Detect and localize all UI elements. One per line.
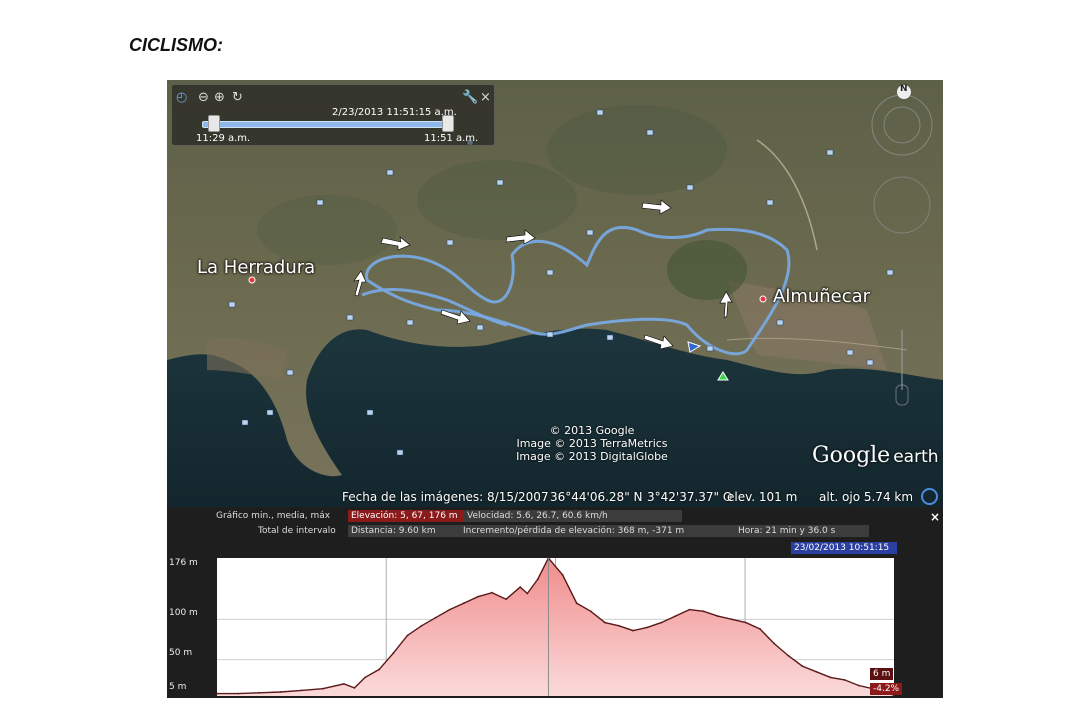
wrench-icon[interactable]: 🔧 [462,91,478,105]
y-tick-label: 5 m [169,682,187,692]
clock-icon[interactable]: ◴ [176,91,187,105]
satellite-map[interactable]: La Herradura Almuñecar N ◴ ⊖ ⊕ ↻ 🔧 × 2/2… [167,80,943,507]
elevation-stat[interactable]: Elevación: 5, 67, 176 m [348,510,468,522]
slider-current-time: 2/23/2013 11:51:15 a.m. [332,107,457,118]
elevation-point [759,628,761,630]
elevation-point [392,652,395,655]
elevation-point [364,676,366,679]
elevation-point [646,626,649,629]
elevation-point [604,621,606,624]
slider-end-handle[interactable] [442,115,454,132]
longitude-readout: 3°42'37.37" O [647,490,733,504]
logo-earth: earth [893,447,939,467]
elevation-info-row-1: Gráfico min., media, máx Elevación: 5, 6… [167,509,943,523]
zoom-out-icon[interactable]: ⊖ [198,91,209,105]
elevation-point [730,618,733,621]
elevation-point [801,665,804,667]
logo-word: Google [812,443,891,468]
end-grade-badge: -4.2% [870,683,903,695]
gain-loss-stat: Incremento/pérdida de elevación: 368 m, … [460,525,737,537]
copyright-block: © 2013 Google Image © 2013 TerraMetrics … [467,424,717,463]
y-tick-label: 176 m [169,558,198,568]
cursor-timestamp: 23/02/2013 10:51:15 [791,542,897,554]
elevation-point [420,624,423,627]
elevation-point [434,616,437,619]
elevation-point [237,692,240,695]
streaming-indicator-icon [921,488,938,505]
elevation-point [660,621,663,624]
elevation-point [448,608,451,611]
section-heading: CICLISMO: [129,35,223,55]
elevation-point [688,608,691,611]
time-slider-track[interactable] [202,121,452,128]
elevation-point [561,574,564,576]
elevation-point [321,687,324,690]
slider-end-label: 11:51 a.m. [424,133,479,144]
google-earth-window: La Herradura Almuñecar N ◴ ⊖ ⊕ ↻ 🔧 × 2/2… [167,80,943,698]
elevation-point [353,687,356,689]
elevation-profile-plot[interactable]: 176 m 100 m 50 m 5 m 6 m -4.2% [167,554,943,698]
elevation-point [702,610,705,613]
interval-row-label: Total de intervalo [258,526,336,536]
elevation-point [519,586,522,588]
elevation-point [477,595,479,598]
close-icon[interactable]: × [480,91,491,105]
distance-stat: Distancia: 9.60 km [348,525,462,537]
elevation-point [815,670,818,673]
y-tick-label: 100 m [169,608,198,618]
elevation-point [537,578,539,580]
elevation-point [462,602,465,605]
elevation-point [829,676,832,679]
elevation-point [674,615,677,617]
y-tick-label: 50 m [169,648,193,658]
zoom-in-icon[interactable]: ⊕ [214,91,225,105]
elevation-point [406,634,409,637]
map-status-bar: Fecha de las imágenes: 8/15/2007 36°44'0… [167,487,943,507]
elevation-point [216,692,218,695]
elevation-readout: elev. 101 m [727,490,798,504]
elevation-point [526,592,529,595]
elevation-point [575,602,578,605]
slider-start-handle[interactable] [208,115,220,132]
copyright-line: Image © 2013 TerraMetrics [516,437,668,450]
place-label-almunecar[interactable]: Almuñecar [773,286,870,307]
elevation-point [378,668,381,671]
copyright-line: Image © 2013 DigitalGlobe [516,450,668,463]
copyright-line: © 2013 Google [549,424,635,437]
elevation-point [843,679,846,681]
elevation-panel-close-icon[interactable]: × [930,510,940,524]
time-slider-panel: ◴ ⊖ ⊕ ↻ 🔧 × 2/23/2013 11:51:15 a.m. 11:2… [171,84,495,146]
elevation-point [716,615,719,617]
time-stat: Hora: 21 min y 36.0 s [735,525,869,537]
place-label-la-herradura[interactable]: La Herradura [197,257,315,278]
google-earth-logo: Google earth [812,443,939,468]
elevation-point [857,684,860,687]
elevation-point [258,691,261,694]
elevation-info-row-3: 23/02/2013 10:51:15 [167,541,943,555]
graph-row-label: Gráfico min., media, máx [216,511,331,521]
elevation-point [279,691,282,693]
elevation-point [505,598,507,601]
speed-stat[interactable]: Velocidad: 5.6, 26.7, 60.6 km/h [464,510,682,522]
elevation-point [300,689,303,692]
end-elevation-badge: 6 m [870,668,894,680]
elevation-profile-svg[interactable] [167,554,943,698]
elevation-point [632,629,634,632]
eye-altitude-readout: alt. ojo 5.74 km [819,490,914,504]
elevation-point [618,624,620,627]
elevation-point [745,621,747,624]
elevation-info-row-2: Total de intervalo Distancia: 9.60 km In… [167,524,943,538]
slider-start-label: 11:29 a.m. [196,133,251,144]
elevation-point [589,610,592,613]
elevation-point [773,642,775,645]
compass-north-label[interactable]: N [900,84,908,94]
elevation-point [343,683,345,685]
imagery-date: Fecha de las imágenes: 8/15/2007 [342,490,549,504]
latitude-readout: 36°44'06.28" N [550,490,643,504]
elevation-point [787,654,790,657]
zoom-reset-icon[interactable]: ↻ [232,91,243,105]
elevation-point [491,591,493,594]
